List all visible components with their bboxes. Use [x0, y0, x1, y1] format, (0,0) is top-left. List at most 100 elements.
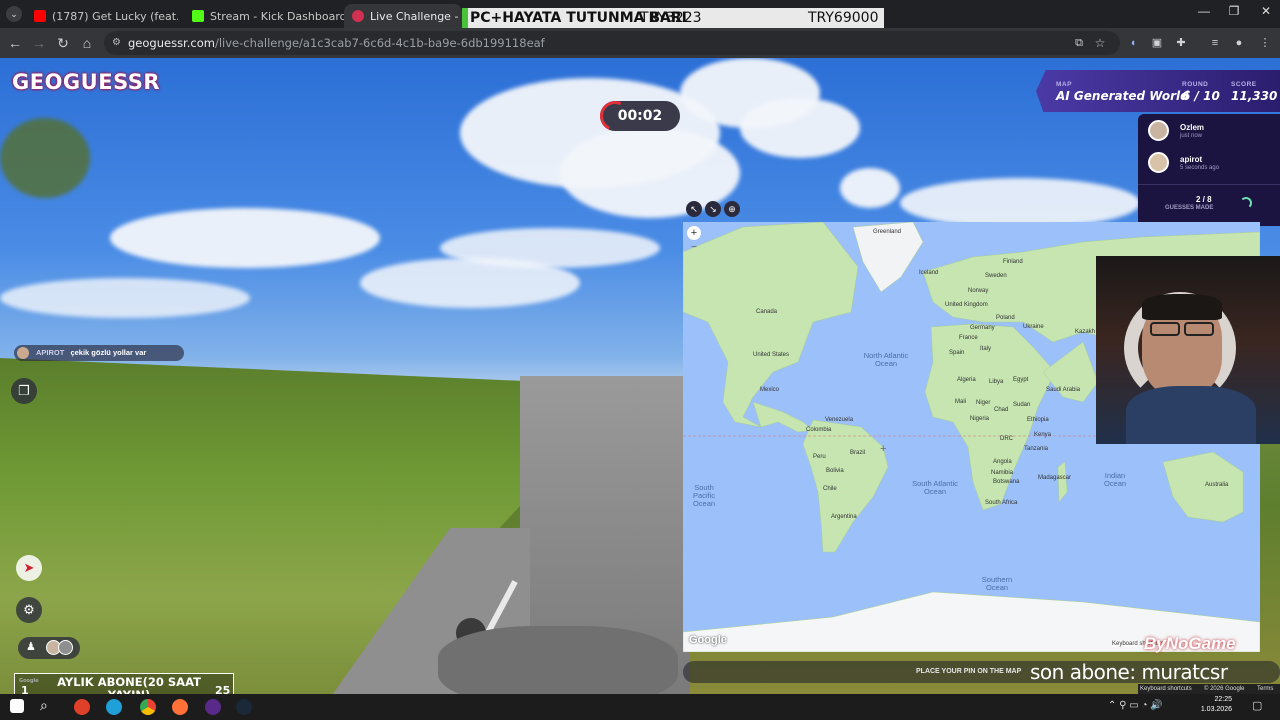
- streamer-webcam: [1096, 256, 1280, 444]
- tab-kick[interactable]: Stream - Kick Dashboard ✕: [184, 4, 344, 28]
- map-label-kazakh: Kazakh: [1075, 329, 1096, 335]
- install-app-icon[interactable]: ⧉: [1070, 34, 1088, 52]
- steam-icon[interactable]: [236, 699, 252, 715]
- map-label-libya: Libya: [989, 379, 1004, 385]
- tray-icons[interactable]: ⌃ ⚲ ▭ ◔ 🔊: [1108, 700, 1163, 711]
- chat-toggle-button[interactable]: ❐: [11, 378, 37, 404]
- ocean-label-north-atlantic: North Atlantic Ocean: [863, 351, 909, 368]
- map-label-egypt: Egypt: [1013, 377, 1029, 383]
- player-name: Ozlem: [1180, 123, 1205, 132]
- map-label-sweden: Sweden: [985, 273, 1007, 279]
- app-icon[interactable]: [74, 699, 90, 715]
- geoguessr-pin-icon: [352, 10, 364, 22]
- tab-youtube[interactable]: (1787) Get Lucky (feat. Pha ✕: [26, 4, 178, 28]
- forward-icon[interactable]: →: [30, 34, 48, 52]
- reload-icon[interactable]: ↻: [54, 34, 72, 52]
- ocean-label-indian: Indian Ocean: [1103, 471, 1127, 488]
- round-label: ROUND: [1182, 81, 1209, 88]
- site-info-icon[interactable]: ⚙: [112, 31, 121, 55]
- map-label-saudi-arabia: Saudi Arabia: [1046, 387, 1081, 393]
- ticker-accent: [462, 8, 468, 30]
- map-label-niger: Niger: [976, 400, 991, 406]
- map-label-canada: Canada: [756, 309, 778, 315]
- chat-message: APIROT çekik gözlü yollar var: [14, 345, 184, 361]
- map-shrink-icon[interactable]: ↘: [705, 201, 721, 217]
- screen-icon[interactable]: ▣: [1148, 34, 1166, 52]
- clock-date[interactable]: 1.03.2026: [1196, 706, 1232, 713]
- chrome-icon[interactable]: [140, 699, 156, 715]
- media-icon[interactable]: ≡: [1206, 34, 1224, 52]
- players-panel: Ozlem just now apirot 5 seconds ago 2 / …: [1138, 114, 1280, 226]
- google-logo: Google: [689, 634, 727, 646]
- map-label-drc: DRC: [1000, 436, 1013, 442]
- close-window-icon[interactable]: ✕: [1250, 4, 1280, 18]
- bookmark-star-icon[interactable]: ☆: [1091, 34, 1109, 52]
- avatar: [1148, 152, 1169, 173]
- address-bar[interactable]: ⚙ geoguessr.com/live-challenge/a1c3cab7-…: [104, 31, 1120, 55]
- extensions-icon[interactable]: ✚: [1172, 34, 1190, 52]
- streamer-shirt: [1126, 386, 1256, 444]
- compass-button[interactable]: ➤: [16, 555, 42, 581]
- geoguessr-logo[interactable]: GEOGUESSR: [12, 70, 160, 94]
- avatar: [1148, 120, 1169, 141]
- ticker-target-amount: TRY69000: [808, 10, 879, 26]
- url-host: geoguessr.com: [128, 36, 215, 50]
- guess-button[interactable]: PLACE YOUR PIN ON THE MAP son abone: mur…: [683, 661, 1280, 683]
- player-guess-time: 5 seconds ago: [1180, 165, 1220, 171]
- chat-username: APIROT: [36, 348, 65, 357]
- compass-icon: ➤: [23, 560, 35, 575]
- tab-search-button[interactable]: ⌄: [6, 6, 22, 22]
- map-label-namibia: Namibia: [991, 470, 1014, 476]
- chat-text: çekik gözlü yollar var: [70, 348, 147, 357]
- glasses: [1150, 322, 1180, 336]
- map-pin-icon[interactable]: ⊕: [724, 201, 740, 217]
- audio-icon[interactable]: ◖: [1124, 34, 1142, 52]
- notification-icon[interactable]: ▢: [1252, 699, 1262, 712]
- terms-link[interactable]: Terms: [1257, 684, 1273, 694]
- map-label-sudan: Sudan: [1013, 402, 1031, 408]
- loading-spinner-icon: [1240, 197, 1252, 209]
- app-icon[interactable]: [106, 699, 122, 715]
- keyboard-shortcuts-link[interactable]: Keyboard shortcuts: [1140, 684, 1192, 694]
- map-label-greenland: Greenland: [873, 229, 902, 235]
- back-icon[interactable]: ←: [6, 34, 24, 52]
- clock-time[interactable]: 22:25: [1206, 696, 1232, 703]
- map-label-chad: Chad: [994, 407, 1009, 413]
- map-label-france: France: [959, 335, 978, 341]
- map-label-nigeria: Nigeria: [970, 416, 990, 422]
- guesses-label: GUESSES MADE: [1165, 205, 1214, 211]
- crosshair-cursor-icon: +: [880, 443, 887, 455]
- settings-button[interactable]: ⚙: [16, 597, 42, 623]
- guesses-count: 2 / 8: [1196, 195, 1212, 204]
- profile-icon[interactable]: ●: [1230, 34, 1248, 52]
- obs-icon[interactable]: [205, 699, 221, 715]
- score-label: SCORE: [1231, 81, 1257, 88]
- zoom-in-button[interactable]: +: [687, 226, 701, 240]
- avatar: [17, 347, 29, 359]
- map-label-angola: Angola: [993, 459, 1012, 465]
- map-footer: Keyboard shortcuts © 2026 Google Terms: [1138, 684, 1280, 694]
- map-label-botswana: Botswana: [993, 479, 1020, 485]
- tab-title: (1787) Get Lucky (feat. Pha: [52, 9, 178, 23]
- car-roof: [438, 626, 678, 694]
- windows-start-icon[interactable]: [10, 699, 24, 713]
- map-label-tanzania: Tanzania: [1024, 446, 1049, 452]
- minimize-icon[interactable]: —: [1188, 4, 1220, 18]
- tab-geoguessr[interactable]: Live Challenge - GeoGuessr: [344, 4, 462, 28]
- players-toggle-button[interactable]: ♟: [18, 637, 80, 659]
- map-label-madagascar: Madagascar: [1038, 475, 1072, 481]
- ocean-label-south-pacific: South Pacific Ocean: [692, 483, 716, 508]
- map-label-brazil: Brazil: [850, 450, 866, 456]
- map-expand-icon[interactable]: ↖: [686, 201, 702, 217]
- zoom-out-button[interactable]: −: [687, 243, 701, 253]
- divider: [1138, 184, 1280, 185]
- menu-icon[interactable]: ⋮: [1256, 34, 1274, 52]
- map-label-venezuela: Venezuela: [825, 417, 854, 423]
- map-label: MAP: [1056, 81, 1072, 88]
- firefox-icon[interactable]: [172, 699, 188, 715]
- restore-icon[interactable]: ❐: [1218, 4, 1250, 18]
- map-size-controls: ↖ ↘ ⊕: [683, 201, 745, 219]
- home-icon[interactable]: ⌂: [78, 34, 96, 52]
- windows-taskbar: ⌕ ⌃ ⚲ ▭ ◔ 🔊 22:25 1.03.2026 ▢: [0, 694, 1280, 720]
- search-icon[interactable]: ⌕: [40, 697, 48, 714]
